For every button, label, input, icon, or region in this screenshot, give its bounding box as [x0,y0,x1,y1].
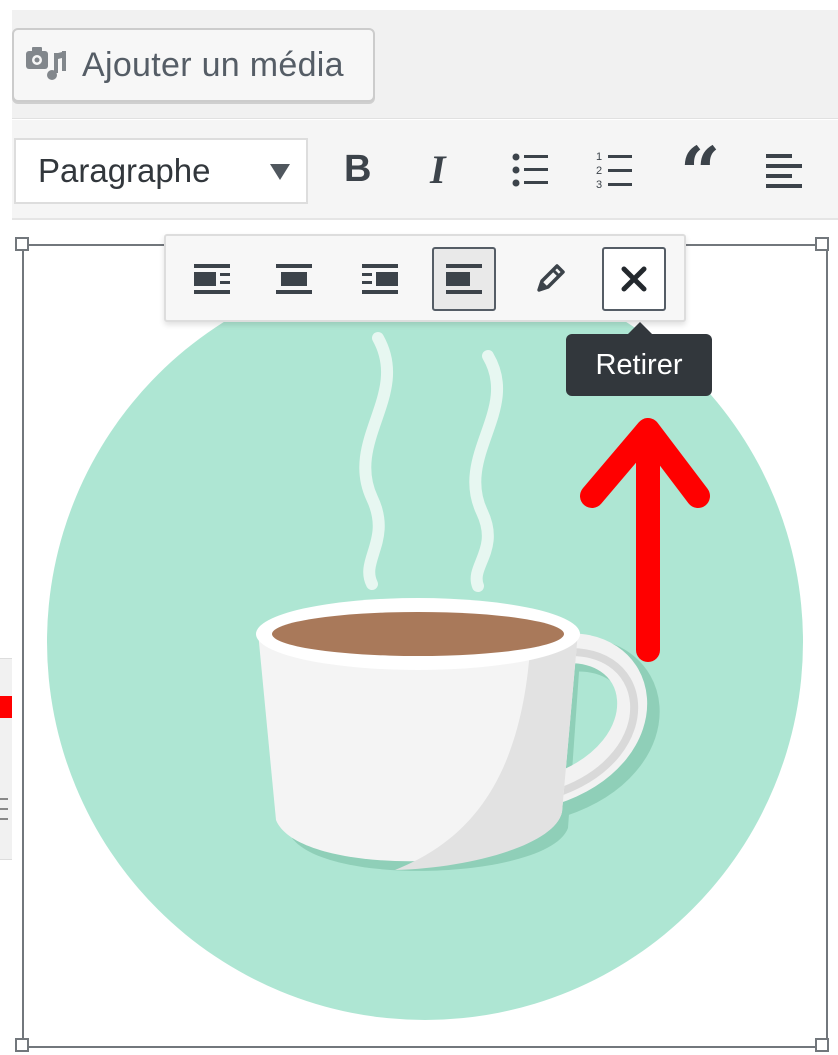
align-right-icon [362,264,398,294]
image-toolbar [164,234,686,322]
align-right-image-button[interactable] [348,247,412,311]
align-center-icon [276,264,312,294]
align-none-image-button[interactable] [432,247,496,311]
remove-image-button[interactable] [602,247,666,311]
edit-image-button[interactable] [518,247,582,311]
tooltip-pointer [628,322,652,334]
align-left-image-button[interactable] [180,247,244,311]
close-icon [621,266,647,292]
align-none-icon [446,264,482,294]
remove-tooltip: Retirer [566,334,712,396]
align-center-image-button[interactable] [262,247,326,311]
pencil-icon [537,264,565,292]
align-left-icon [194,264,230,294]
annotation-arrow [580,418,710,662]
